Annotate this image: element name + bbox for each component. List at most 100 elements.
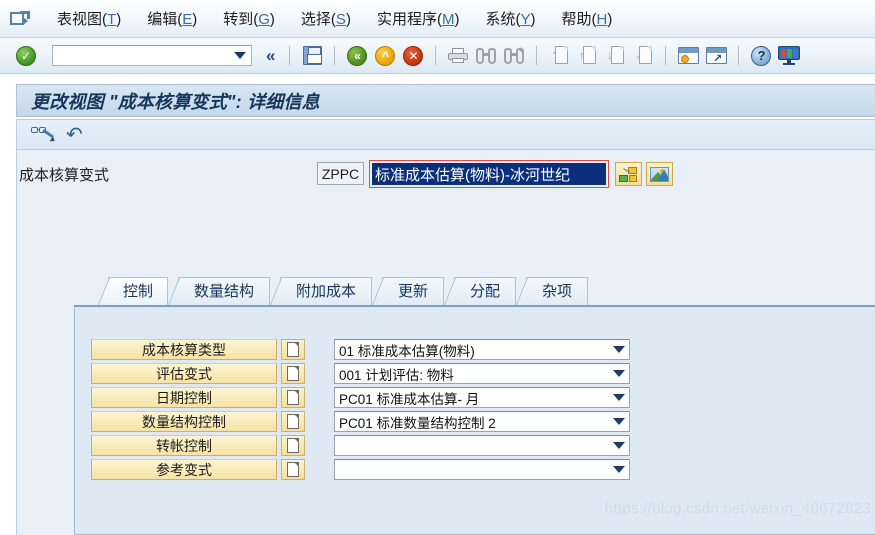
tab-update[interactable]: 更新: [372, 277, 444, 305]
chevron-down-icon[interactable]: [613, 442, 625, 449]
costing-variant-key-field[interactable]: ZPPC: [317, 162, 364, 185]
costing-structure-icon: [619, 166, 638, 182]
chevron-down-icon[interactable]: [613, 346, 625, 353]
standard-toolbar: ✓ « « ^ ✕ ✦ ⇡ ↑ ↓ ⇣ ↗: [0, 38, 875, 74]
doc-button-transfer-control[interactable]: [281, 435, 305, 456]
tab-label: 数量结构: [193, 283, 254, 300]
last-page-button[interactable]: ⇣: [631, 44, 655, 68]
dropdown-date-control[interactable]: PC01 标准成本估算- 月: [334, 387, 630, 408]
collapse-toolbar-button[interactable]: «: [262, 47, 279, 64]
tab-label: 控制: [122, 283, 153, 300]
cancel-red-x-icon: ✕: [403, 45, 424, 66]
next-page-button[interactable]: ↓: [603, 44, 627, 68]
menu-item-system[interactable]: 系统(Y): [472, 6, 548, 31]
cancel-button[interactable]: ✕: [401, 44, 425, 68]
green-check-enter-icon: ✓: [16, 45, 36, 66]
create-shortcut-button[interactable]: ↗: [704, 44, 728, 68]
print-icon: [448, 48, 469, 63]
doc-button-costing-type[interactable]: [281, 339, 305, 360]
picture-button[interactable]: [646, 162, 673, 186]
tab-misc[interactable]: 杂项: [516, 277, 588, 305]
undo-button[interactable]: ↶: [65, 123, 89, 147]
print-button[interactable]: [446, 44, 470, 68]
label-button-qty-structure-control[interactable]: 数量结构控制: [91, 411, 277, 432]
label-button-valuation-variant[interactable]: 评估变式: [91, 363, 277, 384]
tab-control[interactable]: 控制: [98, 277, 168, 305]
menu-item-help[interactable]: 帮助(H): [548, 6, 625, 31]
tab-label: 杂项: [541, 283, 572, 300]
chevron-down-icon[interactable]: [234, 52, 246, 59]
label-button-transfer-control[interactable]: 转帐控制: [91, 435, 277, 456]
menu-item-selection[interactable]: 选择(S): [288, 6, 364, 31]
toolbar-separator: [289, 46, 291, 65]
sap-gui-window: 表视图(T) 编辑(E) 转到(G) 选择(S) 实用程序(M) 系统(Y) 帮…: [0, 0, 875, 535]
document-icon: [287, 342, 299, 357]
label-button-date-control[interactable]: 日期控制: [91, 387, 277, 408]
display-change-glasses-icon: [31, 126, 57, 144]
menu-item-edit[interactable]: 编辑(E): [134, 6, 210, 31]
tab-additive-costs[interactable]: 附加成本: [270, 277, 372, 305]
system-menu-icon[interactable]: [10, 10, 32, 28]
menu-item-goto[interactable]: 转到(G): [210, 6, 288, 31]
find-button[interactable]: [474, 44, 498, 68]
first-page-button[interactable]: ⇡: [547, 44, 571, 68]
tab-quantity-structure[interactable]: 数量结构: [168, 277, 270, 305]
tab-assignment[interactable]: 分配: [444, 277, 516, 305]
help-button[interactable]: ?: [749, 44, 773, 68]
last-page-icon: ⇣: [635, 46, 652, 65]
help-question-icon: ?: [751, 45, 772, 66]
display-change-button[interactable]: [31, 123, 57, 147]
label-button-reference-variant[interactable]: 参考变式: [91, 459, 277, 480]
exit-button[interactable]: ^: [373, 44, 397, 68]
menu-accesskey: S: [335, 11, 346, 28]
document-icon: [287, 414, 299, 429]
back-button[interactable]: «: [345, 44, 369, 68]
find-next-binoculars-icon: ✦: [504, 45, 525, 64]
dropdown-costing-type[interactable]: 01 标准成本估算(物料): [334, 339, 630, 360]
save-button[interactable]: [300, 44, 324, 68]
costing-variant-row: 成本核算变式 ZPPC 标准成本估算(物料)-冰河世纪: [17, 160, 875, 190]
create-session-button[interactable]: [676, 44, 700, 68]
doc-button-date-control[interactable]: [281, 387, 305, 408]
menu-label: 系统: [485, 11, 516, 28]
previous-page-icon: ↑: [579, 46, 596, 65]
command-field[interactable]: [52, 45, 252, 66]
doc-button-qty-structure-control[interactable]: [281, 411, 305, 432]
customize-local-layout-icon: [778, 46, 801, 65]
dropdown-valuation-variant[interactable]: 001 计划评估: 物料: [334, 363, 630, 384]
costing-variant-label: 成本核算变式: [19, 167, 110, 184]
menu-accesskey: M: [441, 11, 455, 28]
dropdown-qty-structure-control[interactable]: PC01 标准数量结构控制 2: [334, 411, 630, 432]
dropdown-reference-variant[interactable]: [334, 459, 630, 480]
dropdown-value: PC01 标准数量结构控制 2: [339, 415, 496, 431]
back-green-icon: «: [347, 45, 368, 66]
chevron-down-icon[interactable]: [613, 370, 625, 377]
create-session-icon: [677, 47, 699, 64]
previous-page-button[interactable]: ↑: [575, 44, 599, 68]
chevron-down-icon[interactable]: [613, 394, 625, 401]
customize-layout-button[interactable]: [777, 44, 801, 68]
doc-button-valuation-variant[interactable]: [281, 363, 305, 384]
menu-bar: 表视图(T) 编辑(E) 转到(G) 选择(S) 实用程序(M) 系统(Y) 帮…: [0, 0, 875, 38]
costing-variant-description-field[interactable]: 标准成本估算(物料)-冰河世纪: [369, 160, 609, 188]
menu-item-table-view[interactable]: 表视图(T): [44, 6, 134, 31]
menu-label: 表视图: [57, 11, 103, 28]
menu-item-utilities[interactable]: 实用程序(M): [364, 6, 473, 31]
chevron-down-icon[interactable]: [613, 466, 625, 473]
find-binoculars-icon: [476, 47, 497, 64]
chevron-down-icon[interactable]: [613, 418, 625, 425]
toolbar-separator: [435, 46, 437, 65]
toolbar-separator: [334, 46, 336, 65]
screen-content: 成本核算变式 ZPPC 标准成本估算(物料)-冰河世纪 控制 数量结构 附加成本…: [16, 150, 875, 535]
enter-button[interactable]: ✓: [14, 44, 38, 68]
menu-accesskey: Y: [520, 11, 531, 28]
form-label: 数量结构控制: [142, 414, 226, 430]
find-next-button[interactable]: ✦: [502, 44, 526, 68]
doc-button-reference-variant[interactable]: [281, 459, 305, 480]
dropdown-value: 001 计划评估: 物料: [339, 367, 454, 383]
dropdown-transfer-control[interactable]: [334, 435, 630, 456]
costing-variant-description-value: 标准成本估算(物料)-冰河世纪: [375, 166, 570, 184]
costing-structure-button[interactable]: [615, 162, 642, 186]
label-button-costing-type[interactable]: 成本核算类型: [91, 339, 277, 360]
first-page-icon: ⇡: [551, 46, 568, 65]
